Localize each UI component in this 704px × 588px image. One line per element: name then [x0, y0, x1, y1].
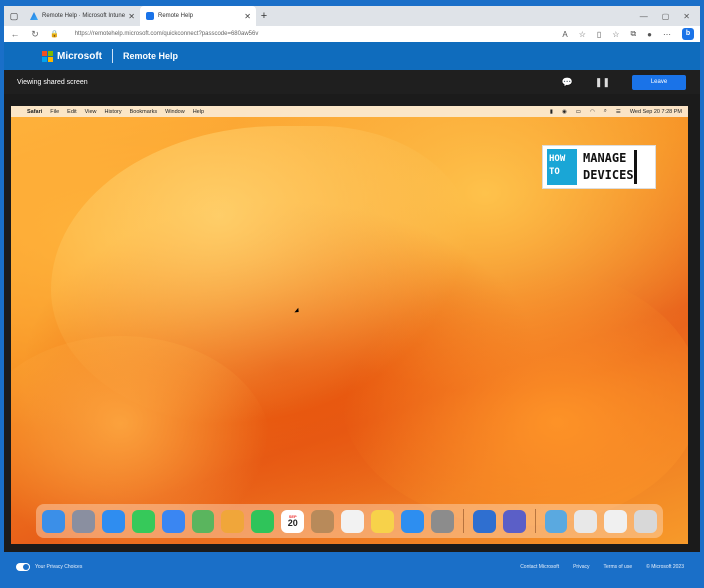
privacy-link[interactable]: Privacy: [573, 564, 589, 570]
dock-contacts-icon[interactable]: [311, 509, 335, 533]
session-toolbar: Viewing shared screen 💬 ❚❚ Leave: [4, 70, 700, 94]
menu-help[interactable]: Help: [193, 109, 204, 115]
pause-icon[interactable]: ❚❚: [595, 77, 610, 88]
contact-link[interactable]: Contact Microsoft: [520, 564, 559, 570]
menu-bookmarks[interactable]: Bookmarks: [130, 109, 158, 115]
logo-right-block: MANAGE DEVICES: [579, 150, 637, 184]
dock-window-icon[interactable]: [604, 509, 628, 533]
minimize-icon[interactable]: —: [640, 12, 648, 21]
calendar-day: 20: [287, 518, 298, 528]
privacy-choices-icon: [16, 563, 30, 571]
dock-facetime-icon[interactable]: [251, 509, 275, 533]
tab-label: Remote Help · Microsoft Intune: [42, 13, 126, 19]
dock-messages-icon[interactable]: [131, 509, 155, 533]
chat-icon[interactable]: 💬: [562, 77, 573, 88]
close-icon[interactable]: ✕: [244, 12, 251, 21]
browser-window: ▢ Remote Help · Microsoft Intune ✕ Remot…: [0, 0, 704, 588]
footer-links: Contact Microsoft Privacy Terms of use ©…: [520, 564, 700, 570]
window-controls: — ▢ ✕: [640, 12, 700, 21]
dock-finder-icon[interactable]: [42, 509, 65, 533]
address-bar: ← ↻ 🔒 https://remotehelp.microsoft.com/q…: [4, 26, 700, 42]
favorite-star-icon[interactable]: ☆: [579, 30, 586, 39]
search-icon[interactable]: ⌕: [604, 108, 607, 115]
dock-notes-icon[interactable]: [370, 509, 394, 533]
remote-help-favicon-icon: [146, 12, 154, 20]
session-status: Viewing shared screen: [17, 78, 88, 86]
dock-remote-help-icon[interactable]: [472, 509, 496, 533]
header-divider: [112, 49, 113, 63]
collections-icon[interactable]: ⧉: [630, 29, 636, 39]
dock-maps-icon[interactable]: [191, 509, 215, 533]
menu-history[interactable]: History: [104, 109, 121, 115]
page-footer: Your Privacy Choices Contact Microsoft P…: [4, 558, 700, 576]
remote-mac-desktop[interactable]: Safari File Edit View History Bookmarks …: [11, 106, 688, 544]
privacy-choices-link[interactable]: Your Privacy Choices: [35, 564, 82, 570]
lock-icon[interactable]: 🔒: [50, 30, 59, 38]
back-icon[interactable]: ←: [10, 29, 20, 39]
mac-dock: SEP 20: [36, 504, 663, 538]
battery-icon[interactable]: ▭: [576, 109, 581, 115]
address-bar-actions: A ☆ ▯ ☆ ⧉ ● ⋯ b: [562, 28, 694, 40]
dock-trash-icon[interactable]: [634, 509, 658, 533]
refresh-icon[interactable]: ↻: [30, 29, 40, 40]
split-screen-icon[interactable]: ▯: [597, 30, 601, 39]
brand-name: Microsoft: [57, 50, 102, 62]
terms-link[interactable]: Terms of use: [604, 564, 633, 570]
new-tab-button[interactable]: +: [256, 10, 272, 22]
close-icon[interactable]: ✕: [683, 12, 690, 21]
profile-avatar[interactable]: ●: [647, 30, 652, 39]
logo-left-block: HOW TO: [547, 149, 577, 185]
more-menu-icon[interactable]: ⋯: [663, 30, 671, 39]
read-aloud-icon[interactable]: A: [562, 30, 567, 39]
screen-sharing-icon[interactable]: ◉: [562, 109, 567, 115]
dock-teams-icon[interactable]: [502, 509, 526, 533]
dock-calendar-icon[interactable]: SEP 20: [281, 509, 305, 533]
dock-separator: [462, 509, 464, 533]
shared-screen-viewer[interactable]: Safari File Edit View History Bookmarks …: [4, 94, 700, 552]
dock-mail-icon[interactable]: [161, 509, 185, 533]
favorites-icon[interactable]: ☆: [612, 30, 619, 39]
maximize-icon[interactable]: ▢: [662, 12, 670, 21]
tab-label: Remote Help: [158, 13, 194, 19]
mac-menu-bar: Safari File Edit View History Bookmarks …: [11, 106, 688, 117]
tab-bar: ▢ Remote Help · Microsoft Intune ✕ Remot…: [4, 6, 700, 26]
session-controls: 💬 ❚❚ Leave: [562, 74, 700, 90]
tab-intune[interactable]: Remote Help · Microsoft Intune ✕: [24, 7, 140, 25]
tab-actions-icon[interactable]: ▢: [4, 6, 24, 26]
menu-edit[interactable]: Edit: [67, 109, 76, 115]
menu-view[interactable]: View: [85, 109, 97, 115]
microsoft-logo-icon: [42, 50, 53, 62]
dock-system-settings-icon[interactable]: [430, 509, 454, 533]
clock[interactable]: Wed Sep 20 7:28 PM: [630, 109, 682, 115]
tab-remote-help[interactable]: Remote Help ✕: [140, 6, 256, 26]
remote-help-status-icon[interactable]: ▮: [550, 109, 553, 115]
remote-help-header: Microsoft Remote Help: [4, 42, 700, 70]
how-to-manage-devices-logo: HOW TO MANAGE DEVICES: [542, 145, 656, 189]
app-title: Remote Help: [123, 51, 179, 61]
wifi-icon[interactable]: ◠: [590, 109, 595, 115]
leave-button[interactable]: Leave: [632, 74, 686, 90]
dock-launchpad-icon[interactable]: [71, 509, 95, 533]
dock-folder-icon[interactable]: [544, 509, 568, 533]
wallpaper-shape: [341, 266, 688, 526]
menu-file[interactable]: File: [50, 109, 59, 115]
control-center-icon[interactable]: ☰: [616, 109, 621, 115]
dock-document-icon[interactable]: [574, 509, 598, 533]
copyright: © Microsoft 2023: [646, 564, 684, 570]
bing-icon[interactable]: b: [682, 28, 694, 40]
close-icon[interactable]: ✕: [128, 12, 135, 21]
dock-photos-icon[interactable]: [221, 509, 245, 533]
dock-app-store-icon[interactable]: [400, 509, 424, 533]
dock-reminders-icon[interactable]: [341, 509, 364, 533]
intune-favicon-icon: [30, 12, 38, 20]
dock-separator: [534, 509, 536, 533]
menu-window[interactable]: Window: [165, 109, 185, 115]
menu-safari[interactable]: Safari: [27, 109, 42, 115]
url-field[interactable]: https://remotehelp.microsoft.com/quickco…: [75, 31, 259, 37]
dock-safari-icon[interactable]: [101, 509, 125, 533]
